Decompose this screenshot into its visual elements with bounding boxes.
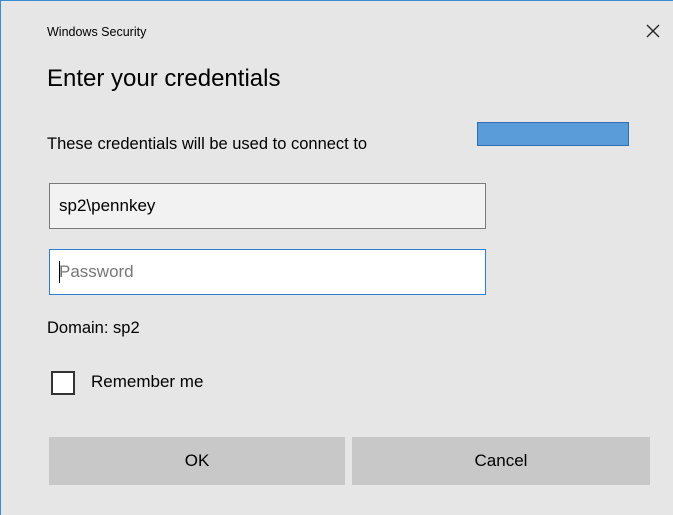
password-field[interactable] <box>49 249 486 295</box>
redacted-hostname <box>477 122 629 146</box>
connection-description: These credentials will be used to connec… <box>47 135 368 153</box>
cancel-button[interactable]: Cancel <box>352 437 650 485</box>
ok-button[interactable]: OK <box>49 437 345 485</box>
dialog-heading: Enter your credentials <box>47 65 281 92</box>
remember-me-checkbox[interactable] <box>51 371 75 395</box>
text-caret <box>59 261 60 283</box>
remember-me-label[interactable]: Remember me <box>91 372 203 392</box>
credentials-dialog: Windows Security Enter your credentials … <box>0 0 673 515</box>
window-title: Windows Security <box>47 25 147 39</box>
domain-label: Domain: sp2 <box>47 319 140 337</box>
username-field[interactable] <box>49 183 486 229</box>
close-button[interactable] <box>637 15 669 47</box>
close-icon <box>646 24 660 38</box>
